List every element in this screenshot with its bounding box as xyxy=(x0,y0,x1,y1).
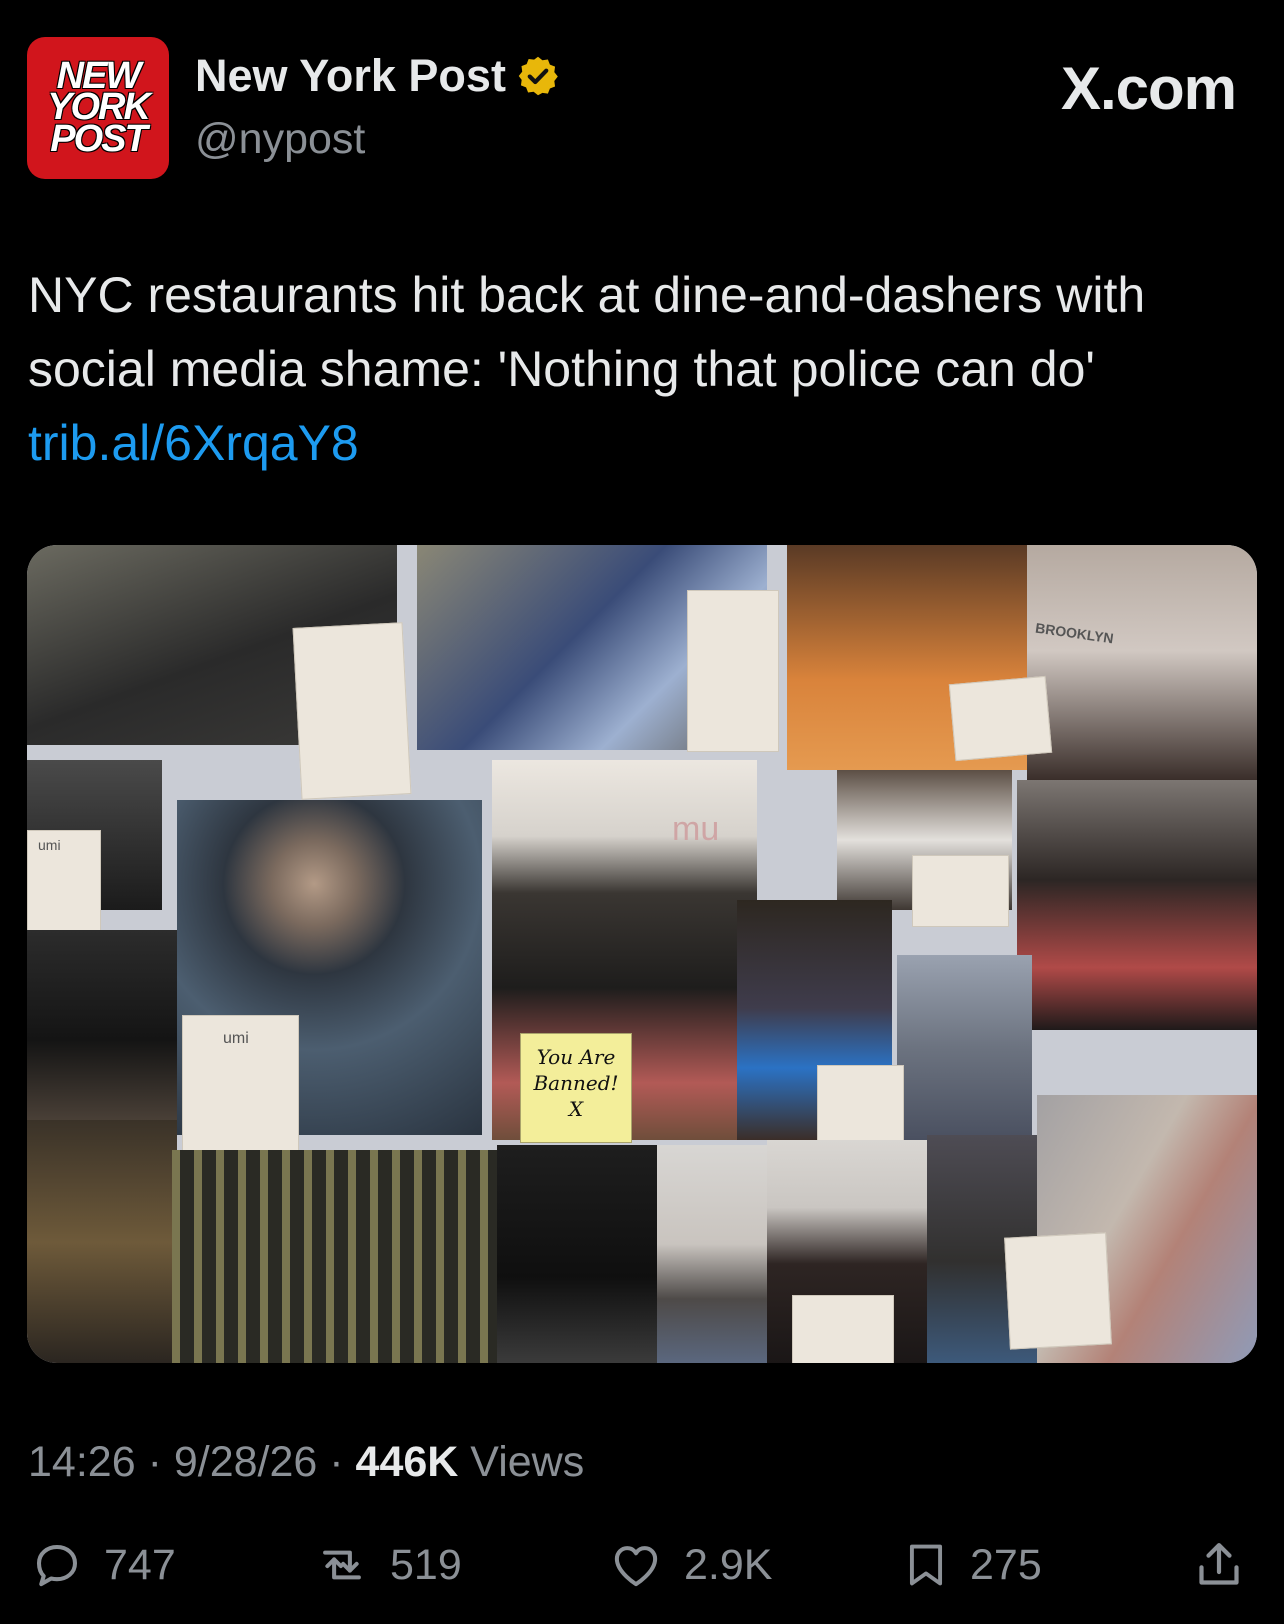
umi-text: umi xyxy=(38,837,61,853)
collage-photo xyxy=(1017,780,1257,1030)
author-name[interactable]: New York Post xyxy=(195,50,506,102)
reply-count: 747 xyxy=(104,1540,176,1589)
site-logo-text: X.com xyxy=(1060,55,1237,122)
avatar[interactable]: NEW YORK POST xyxy=(27,37,169,179)
like-button[interactable]: 2.9K xyxy=(606,1535,772,1595)
mu-text: mu xyxy=(672,810,720,848)
receipt xyxy=(792,1295,894,1363)
banned-sign-line-1: You Are xyxy=(536,1045,616,1069)
author-name-row[interactable]: New York Post xyxy=(195,50,560,102)
bookmark-icon xyxy=(909,1544,943,1586)
action-bar: 747 519 2.9K 275 xyxy=(0,1535,1284,1605)
receipt xyxy=(817,1065,904,1152)
receipt xyxy=(292,622,412,800)
banned-sign: You Are Banned! X xyxy=(520,1033,632,1143)
repost-icon xyxy=(323,1550,361,1580)
tweet-body: NYC restaurants hit back at dine-and-das… xyxy=(28,267,1146,397)
share-icon xyxy=(1199,1543,1239,1585)
heart-icon xyxy=(614,1546,658,1587)
banned-sign-line-3: X xyxy=(568,1097,584,1121)
umi-text: umi xyxy=(223,1030,249,1047)
banned-sign-line-2: Banned! xyxy=(533,1071,619,1095)
verified-badge-icon xyxy=(518,56,558,96)
tweet-time[interactable]: 14:26 xyxy=(28,1438,136,1486)
collage-photo: BROOKLYN xyxy=(1027,545,1257,780)
receipt xyxy=(1004,1232,1112,1350)
collage-photo xyxy=(27,930,177,1130)
collage-photo xyxy=(497,1145,677,1363)
receipt xyxy=(687,590,779,752)
bookmark-count: 275 xyxy=(970,1540,1042,1589)
bookmark-button[interactable]: 275 xyxy=(900,1535,1042,1595)
views-label: Views xyxy=(470,1438,585,1486)
collage-photo xyxy=(657,1145,767,1363)
repost-button[interactable]: 519 xyxy=(312,1535,462,1595)
share-button[interactable] xyxy=(1190,1535,1248,1595)
receipt xyxy=(912,855,1009,927)
collage-photo xyxy=(897,955,1032,1140)
tweet-media-image[interactable]: BROOKLYN umi umi mu You Are Banned! X xyxy=(27,545,1257,1363)
tweet-text: NYC restaurants hit back at dine-and-das… xyxy=(28,258,1248,480)
views-count: 446K xyxy=(355,1438,459,1486)
receipt xyxy=(948,675,1053,762)
avatar-line-3: POST xyxy=(50,117,147,160)
brooklyn-text: BROOKLYN xyxy=(1034,619,1115,647)
tweet-meta: 14:26 · 9/28/26 · 446K Views xyxy=(28,1438,585,1486)
reply-button[interactable]: 747 xyxy=(28,1535,176,1595)
collage-photo xyxy=(172,1150,497,1363)
tweet-link[interactable]: trib.al/6XrqaY8 xyxy=(28,415,359,471)
reply-icon xyxy=(36,1544,78,1587)
author-handle[interactable]: @nypost xyxy=(195,115,365,164)
receipt: umi xyxy=(182,1015,299,1157)
like-count: 2.9K xyxy=(684,1540,773,1589)
collage-photo xyxy=(27,1120,177,1363)
tweet-date[interactable]: 9/28/26 xyxy=(174,1438,317,1486)
repost-count: 519 xyxy=(390,1540,462,1589)
